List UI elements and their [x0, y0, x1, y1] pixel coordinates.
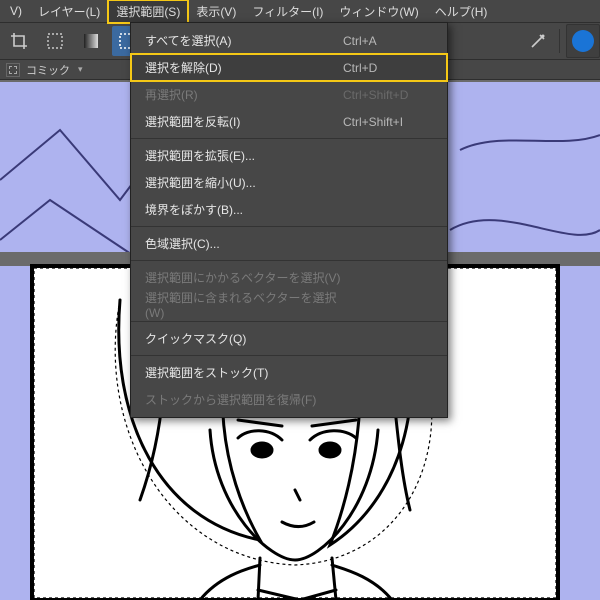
menu-item-label: 色域選択(C)... — [145, 235, 343, 252]
menu-item-label: すべてを選択(A) — [145, 32, 343, 49]
brush-preview[interactable] — [566, 24, 600, 58]
menu-item: 選択範囲にかかるベクターを選択(V) — [131, 264, 447, 291]
crop-tool-icon[interactable] — [4, 26, 34, 56]
menu-item[interactable]: 境界をぼかす(B)... — [131, 196, 447, 223]
menu-item-label: ストックから選択範囲を復帰(F) — [145, 391, 343, 408]
menu-item-shortcut: Ctrl+D — [343, 61, 433, 75]
menu-item-shortcut: Ctrl+Shift+D — [343, 88, 433, 102]
menu-item[interactable]: 選択を解除(D)Ctrl+D — [131, 54, 447, 81]
wand-tool-icon[interactable] — [523, 26, 553, 56]
menu-item-label: 境界をぼかす(B)... — [145, 201, 343, 218]
menu-item: 再選択(R)Ctrl+Shift+D — [131, 81, 447, 108]
menubar-item-layer[interactable]: レイヤー(L) — [30, 0, 108, 23]
menu-item-label: クイックマスク(Q) — [145, 330, 343, 347]
menu-separator — [131, 355, 447, 356]
menu-item[interactable]: すべてを選択(A)Ctrl+A — [131, 27, 447, 54]
menu-separator — [131, 321, 447, 322]
menubar-item-view[interactable]: 表示(V) — [188, 0, 244, 23]
menu-item[interactable]: 選択範囲をストック(T) — [131, 359, 447, 386]
menu-item-label: 選択範囲を縮小(U)... — [145, 174, 343, 191]
rect-select-icon[interactable] — [40, 26, 70, 56]
toolbar-separator-2 — [559, 29, 560, 53]
select-menu: すべてを選択(A)Ctrl+A選択を解除(D)Ctrl+D再選択(R)Ctrl+… — [130, 22, 448, 418]
menu-item: ストックから選択範囲を復帰(F) — [131, 386, 447, 413]
gradient-tool-icon[interactable] — [76, 26, 106, 56]
menubar: V) レイヤー(L) 選択範囲(S) 表示(V) フィルター(I) ウィンドウ(… — [0, 0, 600, 22]
menu-item[interactable]: 選択範囲を拡張(E)... — [131, 142, 447, 169]
chevron-down-icon[interactable]: ▾ — [78, 64, 83, 75]
menu-separator — [131, 226, 447, 227]
menu-item: 選択範囲に含まれるベクターを選択(W) — [131, 291, 447, 318]
menu-item-label: 選択範囲に含まれるベクターを選択(W) — [145, 289, 343, 320]
menubar-item-partial[interactable]: V) — [2, 1, 30, 21]
menu-item-label: 選択を解除(D) — [145, 59, 343, 76]
menubar-item-select[interactable]: 選択範囲(S) — [108, 0, 188, 23]
menu-item-shortcut: Ctrl+Shift+I — [343, 115, 433, 129]
menu-separator — [131, 260, 447, 261]
menu-item[interactable]: 色域選択(C)... — [131, 230, 447, 257]
menu-separator — [131, 138, 447, 139]
menu-item-label: 選択範囲を拡張(E)... — [145, 147, 343, 164]
menu-item-label: 再選択(R) — [145, 86, 343, 103]
menu-item[interactable]: 選択範囲を反転(I)Ctrl+Shift+I — [131, 108, 447, 135]
menubar-item-help[interactable]: ヘルプ(H) — [427, 0, 496, 23]
menu-item-shortcut: Ctrl+A — [343, 34, 433, 48]
menubar-item-filter[interactable]: フィルター(I) — [244, 0, 331, 23]
menubar-item-window[interactable]: ウィンドウ(W) — [331, 0, 426, 23]
menu-item-label: 選択範囲を反転(I) — [145, 113, 343, 130]
menu-item-label: 選択範囲にかかるベクターを選択(V) — [145, 269, 343, 286]
menu-item[interactable]: クイックマスク(Q) — [131, 325, 447, 352]
menu-item[interactable]: 選択範囲を縮小(U)... — [131, 169, 447, 196]
menu-item-label: 選択範囲をストック(T) — [145, 364, 343, 381]
preset-label: コミック — [26, 62, 70, 78]
frame-icon[interactable] — [6, 63, 20, 77]
